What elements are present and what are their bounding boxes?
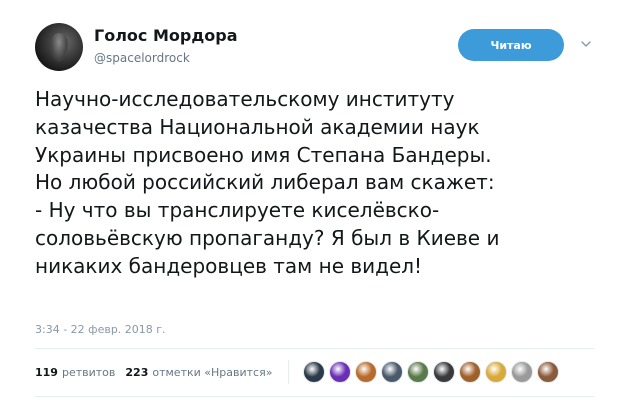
author-handle[interactable]: @spacelordrock [94, 51, 190, 65]
liker-avatar-8[interactable] [485, 361, 508, 383]
tweet-timestamp[interactable]: 3:34 - 22 февр. 2018 г. [35, 323, 166, 336]
author-display-name[interactable]: Голос Мордора [94, 26, 237, 45]
author-avatar[interactable] [35, 23, 83, 71]
retweets-count[interactable]: 119 [35, 366, 58, 379]
liker-avatar-5[interactable] [407, 361, 430, 383]
liker-avatar-1[interactable] [303, 361, 326, 383]
likes-label[interactable]: отметки «Нравится» [152, 366, 272, 379]
tweet-stats: 119 ретвитов 223 отметки «Нравится» [35, 360, 563, 384]
following-button[interactable]: Читаю [458, 29, 564, 61]
liker-avatar-7[interactable] [459, 361, 482, 383]
liker-avatar-2[interactable] [329, 361, 352, 383]
chevron-down-icon[interactable] [580, 38, 592, 50]
stats-separator [288, 360, 290, 384]
liker-avatar-10[interactable] [537, 361, 560, 383]
retweets-label[interactable]: ретвитов [62, 366, 115, 379]
liker-avatar-6[interactable] [433, 361, 456, 383]
divider [35, 348, 594, 349]
divider [35, 396, 594, 397]
liker-avatar-4[interactable] [381, 361, 404, 383]
likes-count[interactable]: 223 [125, 366, 148, 379]
liker-avatars [303, 361, 563, 383]
tweet-text: Научно-исследовательскому институту каза… [35, 87, 500, 278]
liker-avatar-3[interactable] [355, 361, 378, 383]
liker-avatar-9[interactable] [511, 361, 534, 383]
